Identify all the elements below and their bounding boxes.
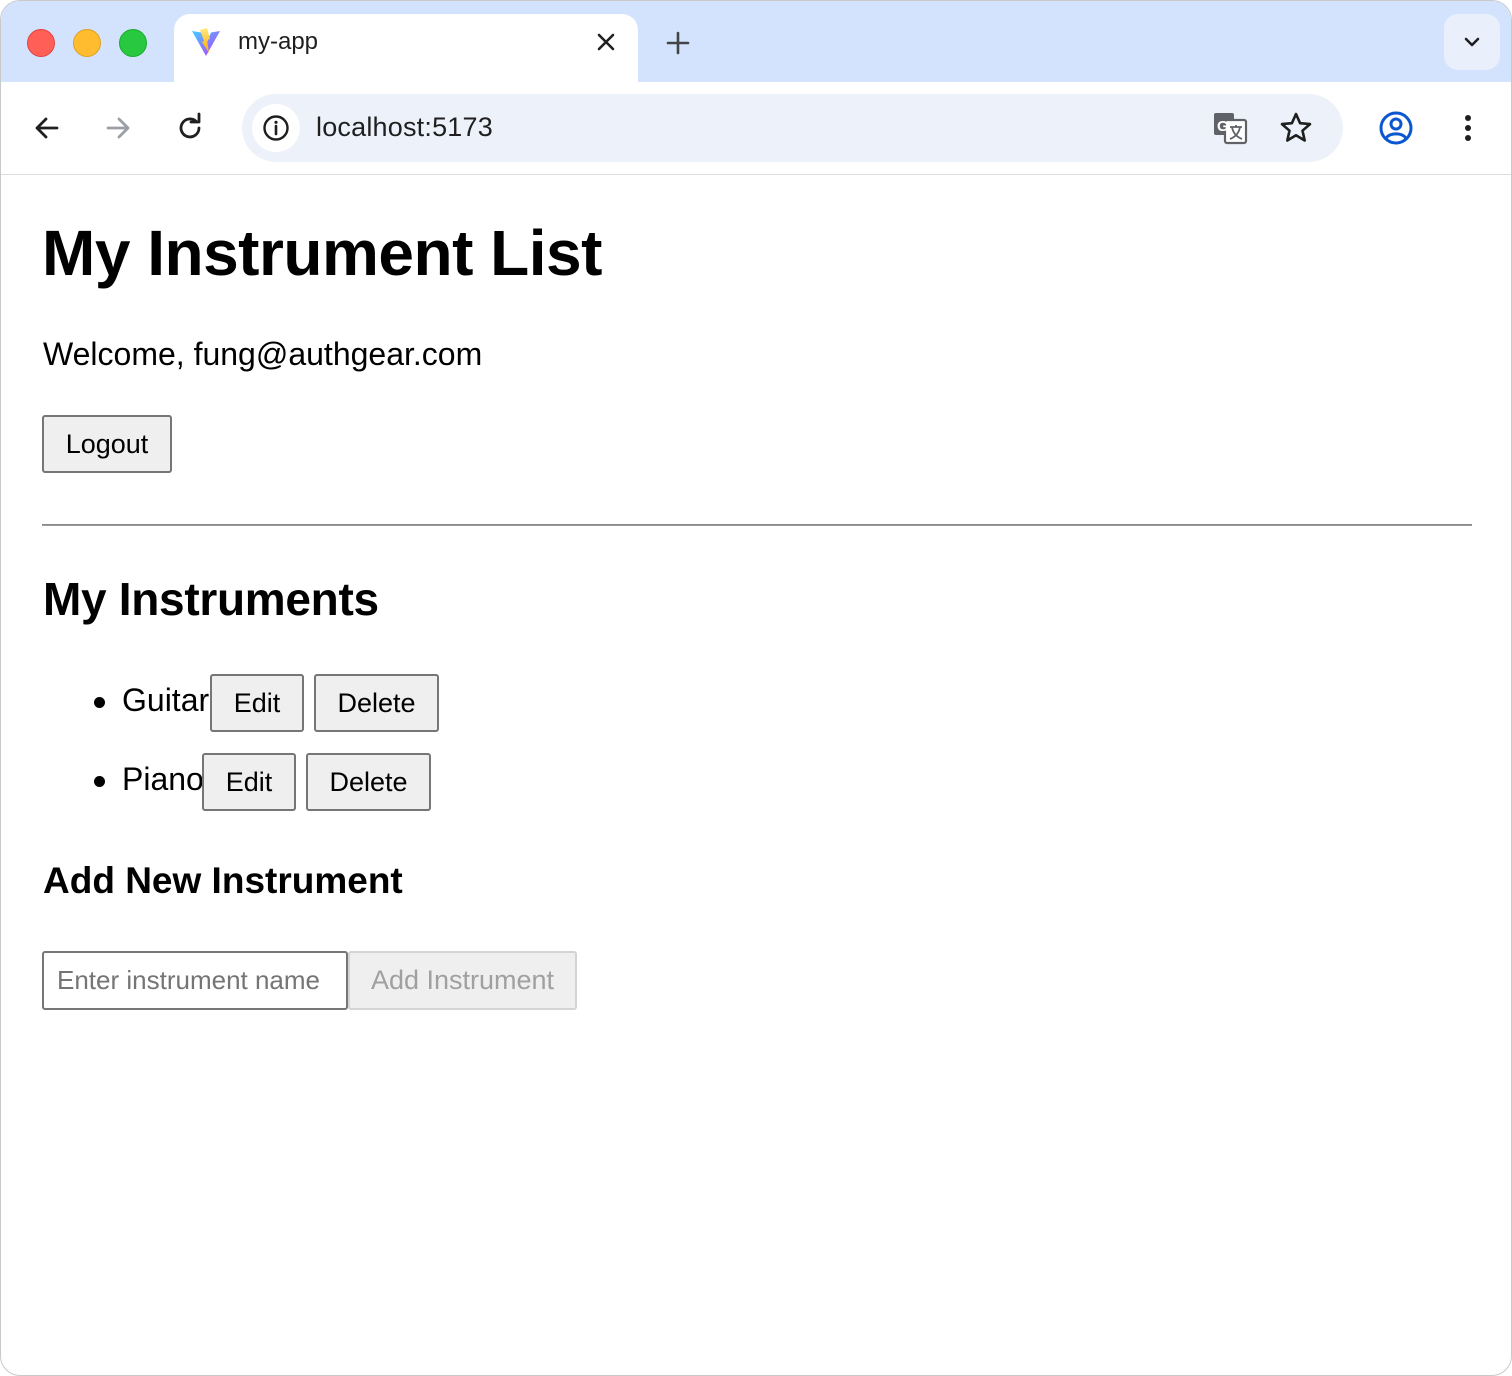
browser-window: my-app localhost:5173 G My Instrument Li… [0, 0, 1512, 1376]
plus-icon[interactable] [663, 28, 693, 58]
divider [42, 524, 1472, 526]
tab-title: my-app [238, 28, 319, 55]
svg-text:G: G [1217, 118, 1229, 135]
arrow-left-icon[interactable] [31, 112, 63, 144]
reload-icon[interactable] [174, 112, 206, 144]
instrument-name-input[interactable] [42, 951, 348, 1010]
maximize-window-button[interactable] [119, 29, 147, 57]
bullet [94, 697, 105, 708]
site-info-button[interactable] [252, 104, 300, 152]
delete-button[interactable]: Delete [306, 753, 431, 811]
page-content: My Instrument List Welcome, fung@authgea… [1, 176, 1511, 1375]
welcome-text: Welcome, fung@authgear.com [43, 336, 483, 372]
profile-icon[interactable] [1378, 110, 1414, 146]
instrument-name: Piano [122, 761, 204, 797]
tab-search-button[interactable] [1444, 14, 1500, 70]
arrow-right-icon[interactable] [102, 112, 134, 144]
close-icon[interactable] [592, 28, 620, 56]
logout-button[interactable]: Logout [42, 415, 172, 473]
instrument-name: Guitar [122, 682, 210, 718]
bullet [94, 776, 105, 787]
edit-button[interactable]: Edit [210, 674, 304, 732]
kebab-menu-icon[interactable] [1452, 112, 1484, 144]
page-title: My Instrument List [42, 217, 602, 289]
tab-strip: my-app [1, 1, 1511, 82]
section-title: My Instruments [43, 573, 379, 625]
browser-toolbar: localhost:5173 G [1, 82, 1511, 175]
minimize-window-button[interactable] [73, 29, 101, 57]
info-icon [263, 115, 289, 141]
chevron-down-icon [1464, 37, 1480, 47]
url-text[interactable]: localhost:5173 [316, 112, 493, 143]
edit-button[interactable]: Edit [202, 753, 296, 811]
delete-button[interactable]: Delete [314, 674, 439, 732]
close-window-button[interactable] [27, 29, 55, 57]
star-icon[interactable] [1278, 110, 1314, 146]
vite-logo-icon [192, 28, 220, 56]
tab-my-app[interactable]: my-app [174, 14, 638, 82]
add-instrument-title: Add New Instrument [43, 860, 403, 901]
add-instrument-button[interactable]: Add Instrument [348, 951, 577, 1010]
address-bar[interactable]: localhost:5173 G [242, 94, 1343, 162]
translate-icon[interactable]: G [1212, 110, 1248, 146]
